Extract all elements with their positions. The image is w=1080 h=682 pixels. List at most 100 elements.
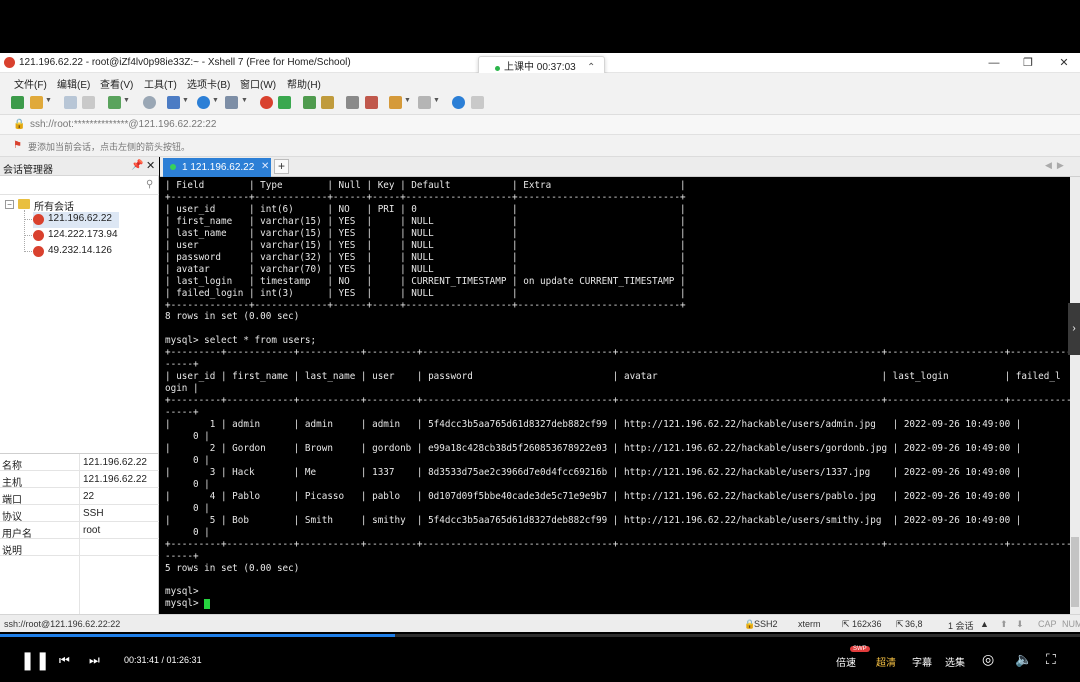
font-icon[interactable] <box>225 96 238 109</box>
lock-icon: 🔒 <box>13 119 26 130</box>
property-row: 说明 <box>0 539 159 557</box>
session-tab-bar: 1 121.196.62.22 ✕ + ◀ ▶ <box>160 157 1080 177</box>
property-row: 主机 121.196.62.22 <box>0 471 159 489</box>
session-label: 121.196.62.22 <box>48 213 112 224</box>
menu-help[interactable]: 帮助(H) <box>287 76 321 91</box>
quality-button[interactable]: 超清 <box>876 654 896 669</box>
chevron-down-icon[interactable]: ▼ <box>433 97 440 104</box>
episodes-button[interactable]: 选集 <box>945 654 965 669</box>
session-manager-title: 会话管理器 <box>3 165 53 176</box>
hint-text: 要添加当前会话，点击左侧的箭头按钮。 <box>28 142 191 152</box>
close-window-button[interactable]: ✕ <box>1052 55 1076 71</box>
previous-icon[interactable]: ⏮ <box>59 653 70 668</box>
danmaku-icon[interactable]: ◎ <box>982 651 994 668</box>
chevron-down-icon[interactable]: ▼ <box>45 97 52 104</box>
arrow-up-icon[interactable]: ⬆ <box>1000 619 1008 630</box>
speed-button[interactable]: 倍速 <box>836 654 856 669</box>
terminal-scrollbar[interactable] <box>1070 177 1080 614</box>
minimize-button[interactable]: — <box>982 55 1006 71</box>
new-session-icon[interactable] <box>11 96 24 109</box>
video-player-controls: ❚❚ ⏮ ⏭ 00:31:41 / 01:26:31 SWP 倍速 超清 字幕 … <box>0 632 1080 682</box>
status-num: NUM <box>1062 619 1080 629</box>
session-icon <box>33 246 44 257</box>
status-cap: CAP <box>1038 619 1057 629</box>
property-key: 说明 <box>2 546 22 557</box>
next-icon[interactable]: ⏭ <box>89 653 100 668</box>
lock-icon[interactable] <box>321 96 334 109</box>
tree-item-session[interactable]: 49.232.14.126 <box>33 244 123 260</box>
property-row: 协议 SSH <box>0 505 159 523</box>
session-label: 124.222.173.94 <box>48 229 118 240</box>
property-row: 用户名 root <box>0 522 159 540</box>
help-icon[interactable] <box>452 96 465 109</box>
close-tab-icon[interactable]: ✕ <box>261 161 269 172</box>
maximize-button[interactable]: ❐ <box>1016 55 1040 71</box>
cursor-icon: ⇱ <box>896 619 904 629</box>
pin-icon[interactable]: 📌 <box>131 160 143 171</box>
chevron-down-icon[interactable]: ▼ <box>123 97 130 104</box>
layout-icon[interactable] <box>167 96 180 109</box>
hint-bar: ⚑ 要添加当前会话，点击左侧的箭头按钮。 <box>0 135 1080 157</box>
session-manager-header: 会话管理器 📌 ✕ <box>0 157 159 176</box>
progress-bar-fill <box>0 634 396 637</box>
address-bar[interactable]: 🔒 ssh://root:**************@121.196.62.2… <box>0 115 1080 135</box>
xftp-icon[interactable] <box>278 96 291 109</box>
fullscreen-icon[interactable]: ⛶ <box>1046 651 1056 668</box>
tree-connector <box>24 210 25 252</box>
find-icon[interactable] <box>143 96 156 109</box>
terminal-output[interactable]: | Field | Type | Null | Key | Default | … <box>160 177 1070 614</box>
status-terminal-type: xterm <box>798 619 821 629</box>
tree-item-session[interactable]: 121.196.62.22 <box>33 212 119 228</box>
tree-collapse-toggle[interactable]: − <box>5 200 14 209</box>
compose-icon[interactable] <box>389 96 402 109</box>
fullscreen-icon[interactable] <box>303 96 316 109</box>
pause-button[interactable]: ❚❚ <box>20 650 50 671</box>
globe-icon[interactable] <box>197 96 210 109</box>
menu-window[interactable]: 窗口(W) <box>240 76 276 91</box>
disconnect-icon[interactable] <box>82 96 95 109</box>
menu-edit[interactable]: 编辑(E) <box>57 76 90 91</box>
sessions-dropdown-icon[interactable]: ▲ <box>980 619 989 629</box>
terminal-cursor <box>204 599 210 609</box>
tree-item-session[interactable]: 124.222.173.94 <box>33 228 123 244</box>
scrollbar-thumb[interactable] <box>1071 537 1079 607</box>
close-icon[interactable]: ✕ <box>146 159 155 172</box>
bookmark-icon[interactable]: ⚑ <box>13 140 22 151</box>
tab-scroll-arrows[interactable]: ◀ ▶ <box>1045 160 1064 171</box>
side-panel-arrow-icon[interactable]: › <box>1068 303 1080 355</box>
property-key: 端口 <box>2 495 22 506</box>
size-icon: ⇱ <box>842 619 850 629</box>
keyboard-icon[interactable] <box>346 96 359 109</box>
session-icon <box>33 230 44 241</box>
property-value: root <box>83 525 101 536</box>
script-icon[interactable] <box>365 96 378 109</box>
xshell-icon[interactable] <box>260 96 273 109</box>
tab-session-1[interactable]: 1 121.196.62.22 ✕ <box>163 158 271 177</box>
chat-icon[interactable] <box>471 96 484 109</box>
tree-item-all-sessions[interactable]: 所有会话 <box>18 197 148 213</box>
chevron-down-icon[interactable]: ▼ <box>212 97 219 104</box>
search-icon[interactable]: ⚲ <box>146 179 153 190</box>
reconnect-icon[interactable] <box>64 96 77 109</box>
tile-icon[interactable] <box>418 96 431 109</box>
tree-connector <box>24 251 32 252</box>
arrow-down-icon[interactable]: ⬇ <box>1016 619 1024 630</box>
volume-icon[interactable]: 🔈 <box>1015 651 1032 668</box>
chevron-down-icon[interactable]: ▼ <box>241 97 248 104</box>
menu-bar: 文件(F) 编辑(E) 查看(V) 工具(T) 选项卡(B) 窗口(W) 帮助(… <box>0 73 1080 91</box>
menu-file[interactable]: 文件(F) <box>14 76 47 91</box>
status-connection: ssh://root@121.196.62.22:22 <box>4 619 121 629</box>
progress-bar[interactable] <box>0 634 1080 637</box>
open-folder-icon[interactable] <box>30 96 43 109</box>
menu-view[interactable]: 查看(V) <box>100 76 133 91</box>
address-text[interactable]: ssh://root:**************@121.196.62.22:… <box>30 119 216 130</box>
subtitle-button[interactable]: 字幕 <box>912 654 932 669</box>
property-key: 用户名 <box>2 529 32 540</box>
add-tab-button[interactable]: + <box>274 159 289 174</box>
transfer-icon[interactable] <box>108 96 121 109</box>
chevron-down-icon[interactable]: ▼ <box>182 97 189 104</box>
menu-tab[interactable]: 选项卡(B) <box>187 76 230 91</box>
menu-tools[interactable]: 工具(T) <box>144 76 177 91</box>
session-search-input[interactable]: ⚲ <box>0 177 159 195</box>
chevron-down-icon[interactable]: ▼ <box>404 97 411 104</box>
